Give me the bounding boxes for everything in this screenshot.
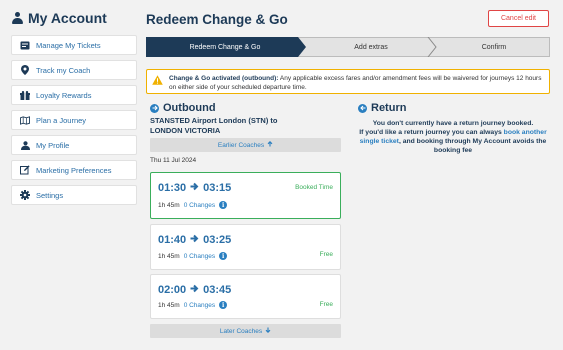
sidebar-item-marketing-preferences[interactable]: Marketing Preferences xyxy=(11,160,137,180)
arrive-time: 03:45 xyxy=(203,284,232,296)
journey-times: 01:30 03:15 xyxy=(158,182,231,194)
arrow-down-icon xyxy=(265,327,271,335)
route-text: STANSTED Airport London (STN) to LONDON … xyxy=(150,116,277,135)
my-account-heading: My Account xyxy=(12,10,107,26)
return-heading: Return xyxy=(358,102,406,114)
journey-changes-link[interactable]: 0 Changes xyxy=(184,302,215,309)
sidebar-item-label: My Profile xyxy=(36,140,70,150)
return-title: Return xyxy=(371,102,407,114)
earlier-coaches-label: Earlier Coaches xyxy=(217,141,265,149)
info-icon[interactable]: i xyxy=(219,252,228,260)
arrow-up-icon xyxy=(267,141,273,149)
route-to: LONDON VICTORIA xyxy=(150,125,221,135)
later-coaches-button[interactable]: Later Coaches xyxy=(150,324,341,338)
gear-icon xyxy=(20,190,30,200)
step-confirm: Confirm xyxy=(481,43,507,51)
progress-stepper: Redeem Change & Go Add extras Confirm xyxy=(146,37,550,57)
ticket-icon xyxy=(20,41,30,50)
arrive-time: 03:25 xyxy=(203,234,232,246)
warning-icon xyxy=(152,75,163,87)
return-line-1: You don't currently have a return journe… xyxy=(372,120,534,127)
journey-option[interactable]: 01:30 03:15 Booked Time 1h 45m 0 Changes… xyxy=(150,172,341,219)
depart-time: 02:00 xyxy=(158,284,187,296)
sidebar-item-label: Plan a Journey xyxy=(36,115,87,125)
sidebar-item-label: Manage My Tickets xyxy=(36,40,101,50)
sidebar-item-label: Track my Coach xyxy=(36,65,91,75)
return-line-2: If you'd like a return journey you can a… xyxy=(356,128,550,155)
outbound-heading: Outbound xyxy=(150,102,216,114)
arrow-left-icon xyxy=(358,103,367,113)
journey-status: Booked Time xyxy=(295,184,333,191)
return-text-b: , and booking through My Account avoids … xyxy=(398,138,547,154)
journey-meta: 1h 45m 0 Changes i xyxy=(158,252,228,260)
journey-duration: 1h 45m xyxy=(158,301,180,309)
info-icon[interactable]: i xyxy=(219,301,228,309)
notice-text: Change & Go activated (outbound): Any ap… xyxy=(169,74,543,92)
sidebar-item-settings[interactable]: Settings xyxy=(11,185,137,205)
edit-icon xyxy=(20,165,30,175)
user-icon xyxy=(12,12,23,24)
return-message: You don't currently have a return journe… xyxy=(356,119,550,155)
notice-bold: Change & Go activated (outbound): xyxy=(169,75,279,82)
return-text-a: If you'd like a return journey you can a… xyxy=(359,129,504,136)
journey-times: 01:40 03:25 xyxy=(158,234,231,246)
user-icon xyxy=(20,140,30,150)
arrow-right-icon xyxy=(190,284,199,296)
journey-date: Thu 11 Jul 2024 xyxy=(150,157,197,164)
page-title: Redeem Change & Go xyxy=(146,12,288,27)
step-redeem: Redeem Change & Go xyxy=(189,43,261,51)
map-marker-icon xyxy=(20,65,30,75)
sidebar-item-loyalty-rewards[interactable]: Loyalty Rewards xyxy=(11,85,137,105)
sidebar-item-plan-journey[interactable]: Plan a Journey xyxy=(11,110,137,130)
journey-changes-link[interactable]: 0 Changes xyxy=(184,253,215,260)
cancel-edit-button[interactable]: Cancel edit xyxy=(488,10,549,27)
depart-time: 01:40 xyxy=(158,234,187,246)
arrow-right-icon xyxy=(190,182,199,194)
gift-icon xyxy=(20,90,30,100)
arrow-right-icon xyxy=(150,103,159,113)
journey-option[interactable]: 01:40 03:25 Free 1h 45m 0 Changes i xyxy=(150,224,341,270)
sidebar-item-my-profile[interactable]: My Profile xyxy=(11,135,137,155)
change-go-notice: Change & Go activated (outbound): Any ap… xyxy=(146,69,550,94)
arrow-right-icon xyxy=(190,234,199,246)
route-from: STANSTED Airport London (STN) to xyxy=(150,116,278,125)
my-account-title: My Account xyxy=(28,10,107,26)
journey-meta: 1h 45m 0 Changes i xyxy=(158,201,228,209)
info-icon[interactable]: i xyxy=(219,201,228,209)
sidebar-item-label: Settings xyxy=(36,190,64,200)
sidebar-item-label: Marketing Preferences xyxy=(36,165,112,175)
later-coaches-label: Later Coaches xyxy=(219,327,263,335)
step-add-extras: Add extras xyxy=(354,43,388,51)
sidebar-item-manage-tickets[interactable]: Manage My Tickets xyxy=(11,35,137,55)
journey-times: 02:00 03:45 xyxy=(158,284,231,296)
outbound-title: Outbound xyxy=(163,102,216,114)
journey-duration: 1h 45m xyxy=(158,201,180,209)
journey-option[interactable]: 02:00 03:45 Free 1h 45m 0 Changes i xyxy=(150,274,341,319)
sidebar-item-label: Loyalty Rewards xyxy=(36,90,92,100)
earlier-coaches-button[interactable]: Earlier Coaches xyxy=(150,138,341,152)
journey-status: Free xyxy=(319,301,333,308)
journey-changes-link[interactable]: 0 Changes xyxy=(184,202,215,209)
journey-duration: 1h 45m xyxy=(158,252,180,260)
sidebar-item-track-coach[interactable]: Track my Coach xyxy=(11,60,137,80)
journey-status: Free xyxy=(319,251,333,258)
depart-time: 01:30 xyxy=(158,182,187,194)
journey-meta: 1h 45m 0 Changes i xyxy=(158,301,228,309)
arrive-time: 03:15 xyxy=(203,182,232,194)
map-icon xyxy=(20,115,30,125)
